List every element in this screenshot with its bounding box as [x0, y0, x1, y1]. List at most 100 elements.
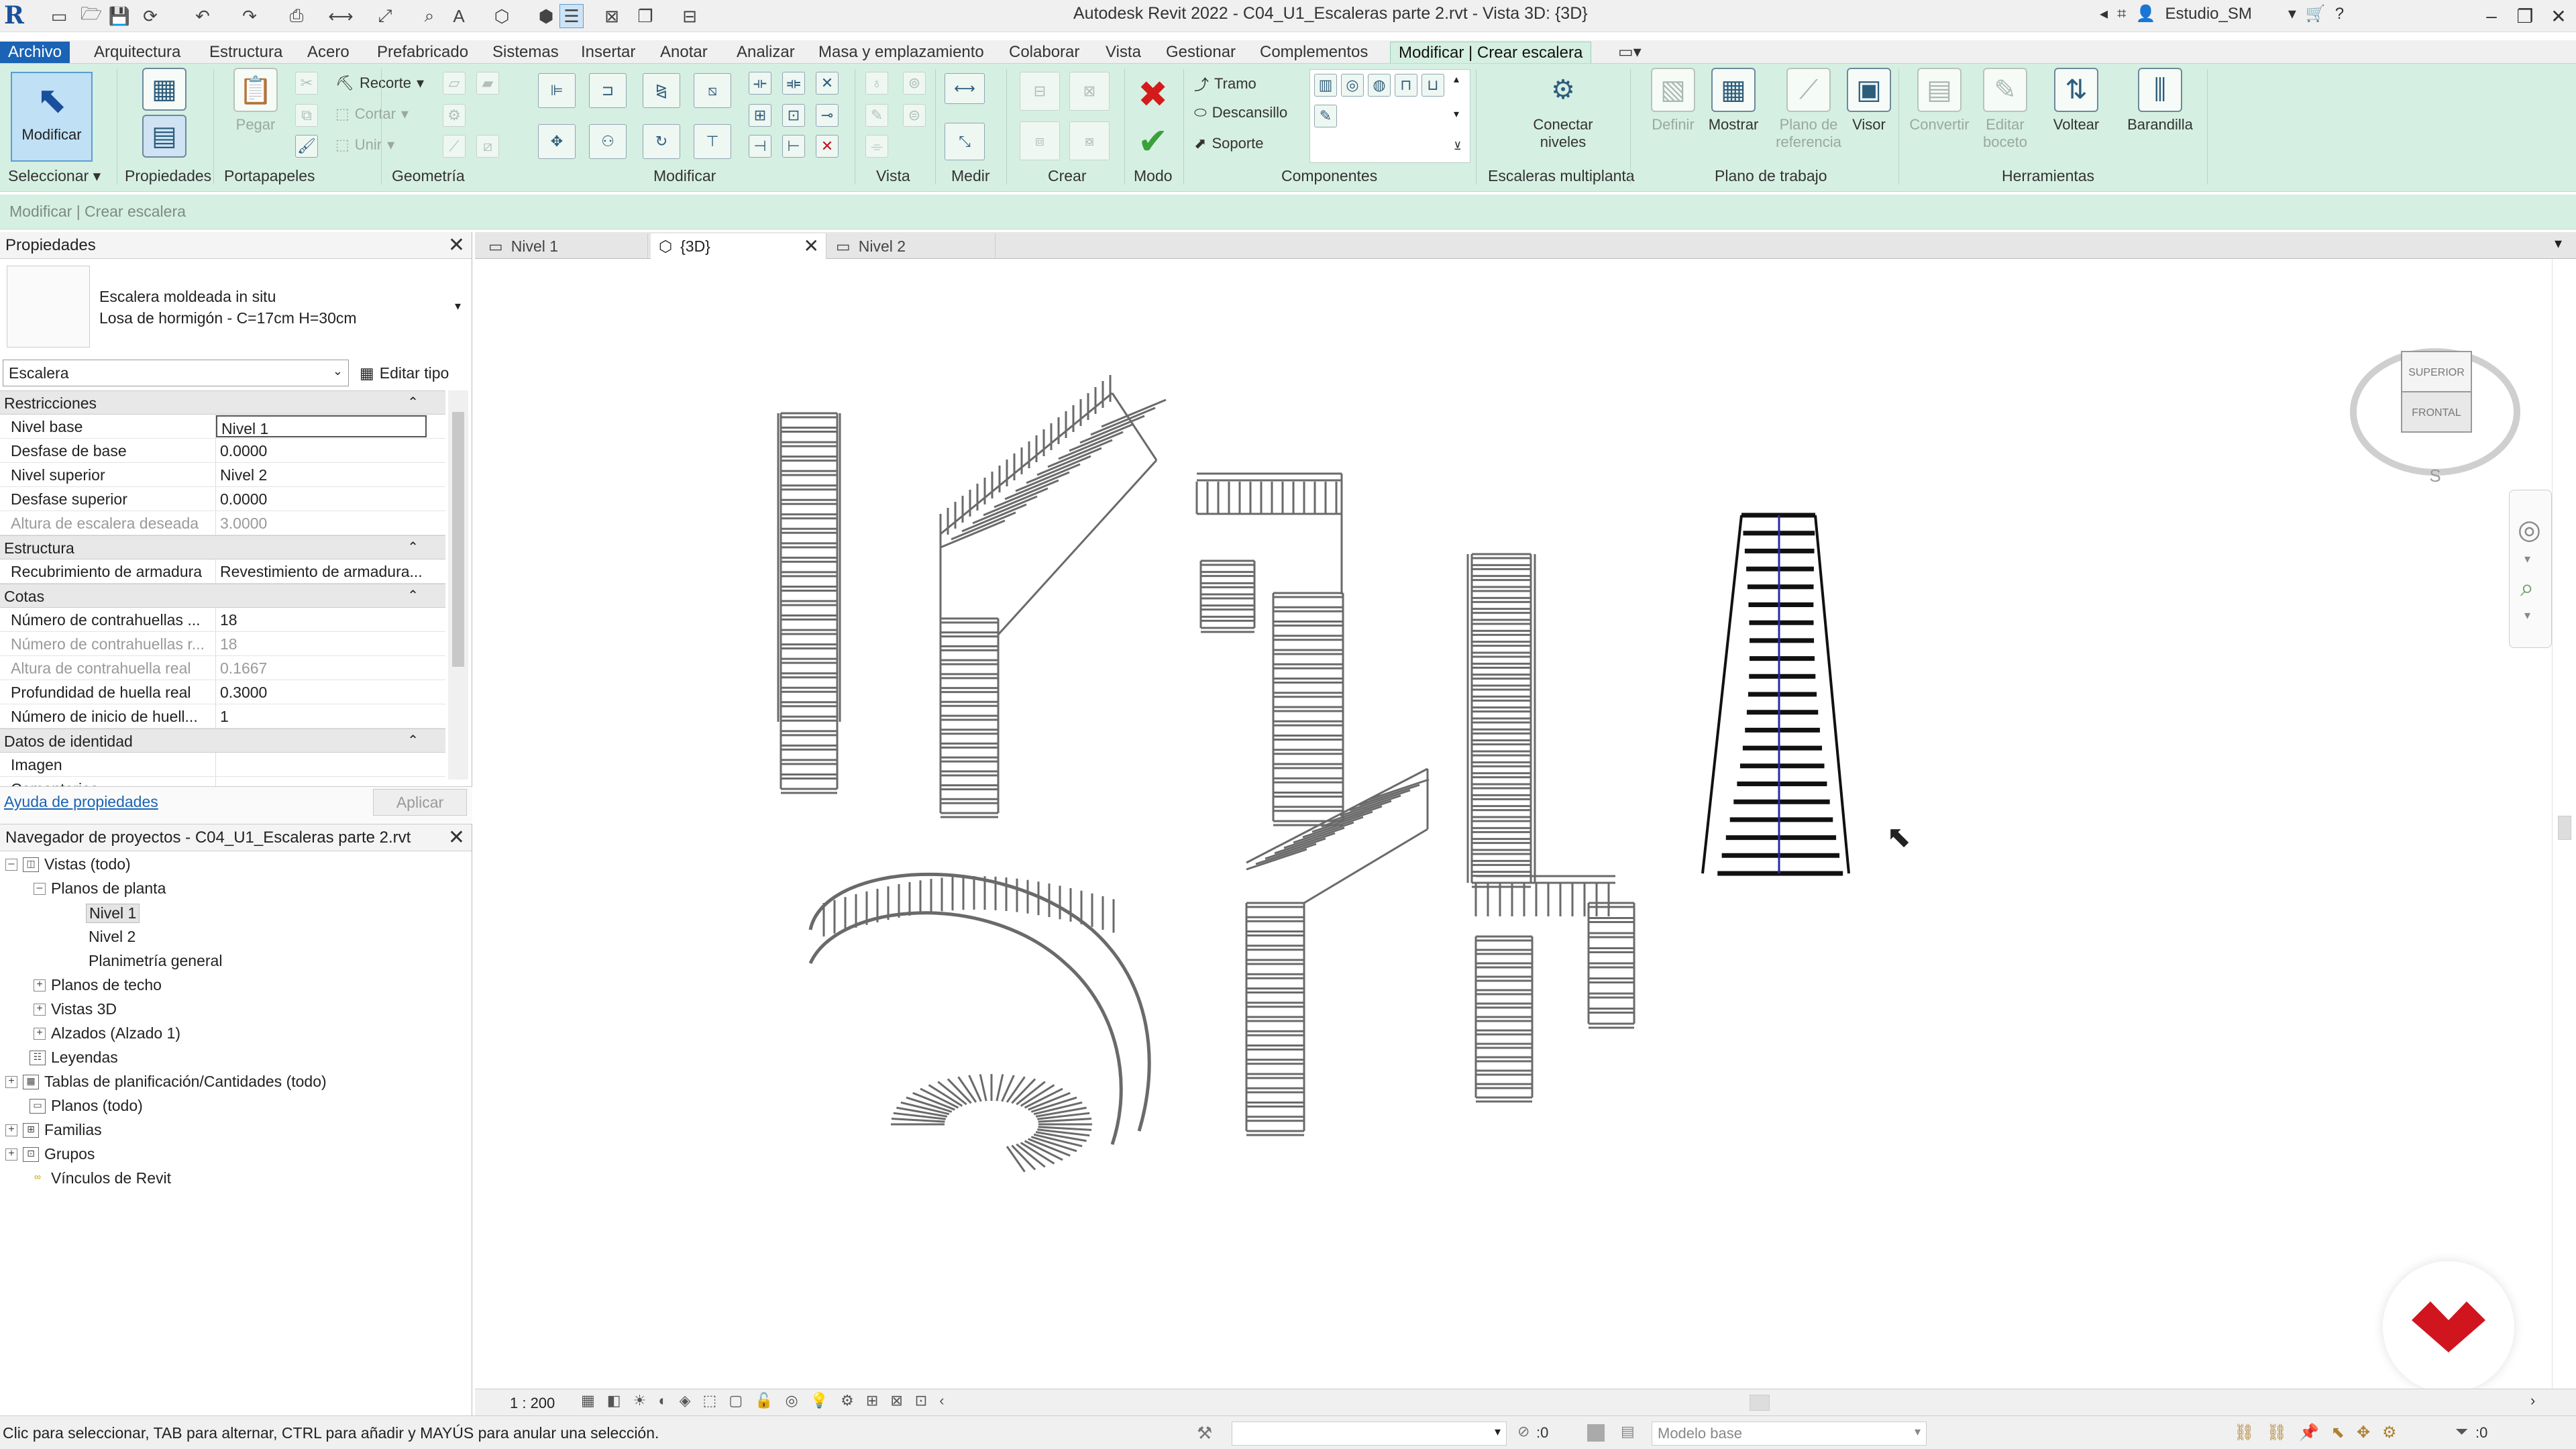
scroll-left-icon[interactable]: ‹	[939, 1392, 944, 1409]
create-group-icon[interactable]: ⊟	[1020, 72, 1060, 111]
apply-button[interactable]: Aplicar	[373, 789, 467, 816]
ribbon-minimize-icon[interactable]: ▭▾	[1610, 42, 1650, 63]
modificar-button[interactable]: ⬉ Modificar	[11, 72, 93, 162]
new-icon[interactable]: ▭	[47, 4, 71, 28]
panel-label-seleccionar[interactable]: Seleccionar ▾	[8, 167, 101, 185]
steering-wheel-icon[interactable]: ◎	[2518, 515, 2541, 545]
prop-row-nivel-base[interactable]: Nivel base Nivel 1	[0, 415, 445, 439]
tab-insertar[interactable]: Insertar	[573, 42, 643, 63]
section-estructura[interactable]: Estructura ⌃	[0, 535, 445, 559]
tab-close-icon[interactable]: ✕	[804, 235, 819, 257]
drag-elements-icon[interactable]: ✥	[2357, 1423, 2370, 1442]
properties-help-link[interactable]: Ayuda de propiedades	[4, 793, 158, 811]
geom-icon-1[interactable]: ▱	[443, 72, 466, 95]
stairs-wireframe[interactable]	[777, 375, 1850, 1173]
nivel-base-field[interactable]: Nivel 1	[216, 415, 427, 437]
close-button[interactable]: ✕	[2542, 3, 2575, 30]
run-button[interactable]: ⤴ Tramo	[1194, 73, 1256, 95]
tab-gestionar[interactable]: Gestionar	[1158, 42, 1244, 63]
component-gallery[interactable]: ▥ ◎ ◍ ⊓ ⊔ ✎ ▴ ▾ ⊻	[1309, 69, 1470, 163]
landing-button[interactable]: ⬭ Descansillo	[1194, 104, 1287, 121]
prop-row-recubrimiento[interactable]: Recubrimiento de armadura Revestimiento d…	[0, 559, 445, 584]
tree-planimetria-general[interactable]: Planimetría general	[89, 952, 222, 970]
tab-nivel-2[interactable]: ▭ Nivel 2	[828, 233, 996, 259]
canvas-vertical-scrollbar[interactable]	[2552, 259, 2576, 1389]
sync-icon[interactable]: ⟳	[138, 4, 162, 28]
cart-icon[interactable]: 🛒	[2306, 4, 2326, 23]
paste-button[interactable]: 📋 Pegar	[219, 68, 292, 162]
zoom-dropdown-icon[interactable]: ▾	[2524, 608, 2530, 623]
split-icon[interactable]: ⟛	[749, 72, 771, 95]
geom-icon-5[interactable]: ⧄	[476, 135, 499, 158]
highlight-icon[interactable]: ⊠	[890, 1392, 902, 1409]
reveal-hidden-icon[interactable]: 💡	[810, 1392, 828, 1409]
detail-level-icon[interactable]: ▦	[581, 1392, 595, 1409]
stairs-3d-model[interactable]	[475, 259, 2552, 1389]
geom-icon-3[interactable]: ⚙	[443, 104, 466, 127]
mirror-draw-icon[interactable]: ⧅	[694, 73, 731, 108]
edit-sketch-button[interactable]: ✎ Editar boceto	[1968, 68, 2042, 162]
select-underlay-icon[interactable]: ⛓	[2266, 1423, 2286, 1442]
restore-button[interactable]: ❐	[2509, 3, 2541, 30]
viewcube[interactable]: SUPERIOR FRONTAL S	[2348, 338, 2522, 486]
show-workplane-button[interactable]: ▦ Mostrar	[1700, 68, 1767, 162]
undo-icon[interactable]: ↶	[191, 4, 215, 28]
tree-tablas[interactable]: + ▦ Tablas de planificación/Cantidades (to…	[5, 1073, 327, 1091]
dimension-icon[interactable]: ⤢	[373, 4, 397, 28]
text-icon[interactable]: A	[447, 4, 471, 28]
tree-vinculos[interactable]: ∞ Vínculos de Revit	[30, 1169, 171, 1187]
user-name[interactable]: Estudio_SM	[2165, 5, 2251, 23]
tabs-dropdown-icon[interactable]: ▾	[2555, 235, 2562, 252]
switch-windows-icon[interactable]: ❐	[633, 4, 657, 28]
design-option-select[interactable]: Modelo base ▾	[1652, 1421, 1927, 1446]
select-links-icon[interactable]: ⛓	[2234, 1423, 2254, 1442]
cut-geometry-button[interactable]: ⬚ Cortar ▾	[335, 105, 409, 123]
3d-view-icon[interactable]: ⬡	[490, 4, 514, 28]
filter-icon[interactable]: ⏷	[2455, 1423, 2468, 1442]
thin-lines-icon[interactable]: ☰	[559, 4, 584, 28]
trim-extend-icon[interactable]: ⊣	[749, 135, 771, 158]
view-icon-4[interactable]: ⊜	[903, 104, 926, 127]
minimize-button[interactable]: –	[2475, 3, 2508, 30]
tree-familias[interactable]: + ⊞ Familias	[5, 1121, 102, 1139]
aligned-dimension-icon[interactable]: ⤡	[945, 123, 985, 160]
tab-acero[interactable]: Acero	[299, 42, 358, 63]
create-parts-icon[interactable]: ⧈	[1020, 121, 1060, 160]
geom-icon-2[interactable]: ▰	[476, 72, 499, 95]
convert-button[interactable]: ▤ Convertir	[1902, 68, 1976, 162]
view-icon-1[interactable]: ♁	[865, 72, 888, 95]
prop-row-nivel-superior[interactable]: Nivel superior Nivel 2	[0, 463, 445, 487]
tab-vista[interactable]: Vista	[1097, 42, 1149, 63]
tab-archivo[interactable]: Archivo	[0, 42, 70, 63]
tree-leyendas[interactable]: ☷ Leyendas	[30, 1049, 118, 1067]
wheel-dropdown-icon[interactable]: ▾	[2524, 552, 2530, 566]
split-gap-icon[interactable]: ⟚	[782, 72, 805, 95]
drawing-area[interactable]	[475, 259, 2576, 1389]
tree-nivel-1[interactable]: Nivel 1	[86, 904, 140, 923]
gallery-down-icon[interactable]: ▾	[1454, 107, 1459, 121]
tab-nivel-1[interactable]: ▭ Nivel 1	[480, 233, 648, 259]
connect-levels-button[interactable]: ⚙ Conectar niveles	[1523, 68, 1603, 162]
view-icon-5[interactable]: ⌯	[865, 135, 888, 158]
cut-icon[interactable]: ✂	[295, 72, 318, 95]
editable-only-icon[interactable]: ⊘	[1517, 1423, 1529, 1440]
tree-alzados[interactable]: + Alzados (Alzado 1)	[34, 1024, 180, 1042]
view-icon-2[interactable]: ⊚	[903, 72, 926, 95]
tab-complementos[interactable]: Complementos	[1252, 42, 1376, 63]
horizontal-scroll-thumb[interactable]	[1750, 1395, 1770, 1411]
copy-element-icon[interactable]: ⚇	[589, 124, 627, 159]
properties-close-icon[interactable]: ✕	[448, 233, 465, 257]
finish-edit-icon[interactable]: ✔	[1138, 120, 1168, 162]
user-dropdown-icon[interactable]: ▾	[2288, 4, 2296, 23]
workset-select[interactable]: ▾	[1232, 1421, 1507, 1446]
save-icon[interactable]: 💾	[107, 4, 131, 28]
viewer-button[interactable]: ▣ Visor	[1835, 68, 1902, 162]
section-cotas[interactable]: Cotas ⌃	[0, 584, 445, 608]
temp-hide-icon[interactable]: ◎	[786, 1392, 798, 1409]
mirror-axis-icon[interactable]: ⧎	[643, 73, 680, 108]
tree-vistas[interactable]: – ◫ Vistas (todo)	[5, 855, 131, 873]
collapse-icon[interactable]: ⌃	[407, 587, 419, 604]
unpin-icon[interactable]: ✕	[816, 72, 839, 95]
properties-button[interactable]: ▦ ▤	[127, 68, 201, 162]
view-scale[interactable]: 1 : 200	[510, 1395, 555, 1412]
